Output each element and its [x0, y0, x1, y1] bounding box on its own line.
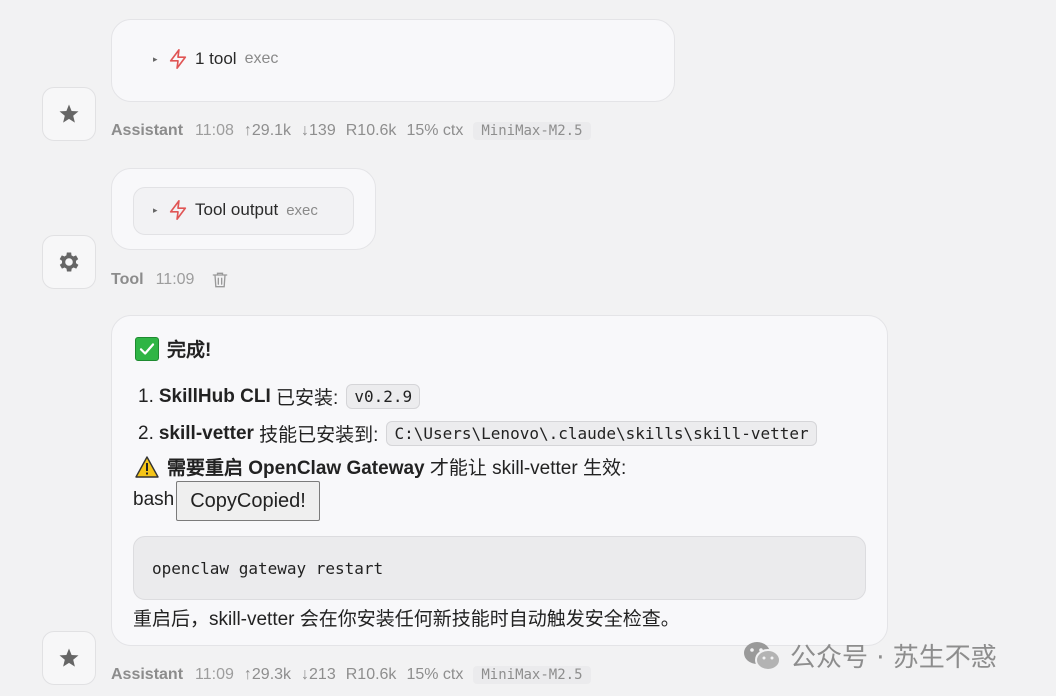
version-code: v0.2.9	[346, 384, 421, 409]
tool-name: exec	[244, 50, 279, 67]
model-badge: MiniMax-M2.5	[473, 122, 591, 140]
lightning-icon	[169, 49, 187, 69]
star-icon	[59, 104, 79, 123]
role-label: Assistant	[111, 122, 184, 139]
copy-button[interactable]: CopyCopied!	[176, 481, 320, 521]
heading-text: 完成!	[167, 340, 212, 361]
message-meta: Assistant 11:08 ↑29.1k ↓139 R10.6k 15% c…	[111, 122, 591, 140]
wechat-icon	[744, 641, 781, 671]
list-number: 2.	[138, 422, 154, 444]
tokens-in: ↑29.3k	[243, 666, 292, 683]
context-usage: 15% ctx	[406, 122, 464, 139]
tokens-out: ↓139	[301, 122, 336, 139]
item-text: 技能已安装到:	[253, 425, 379, 446]
message-meta: Tool 11:09	[111, 270, 230, 290]
code-lang-label: bash	[133, 489, 175, 510]
watermark-text: 公众号 · 苏生不惑	[790, 643, 997, 673]
assistant-avatar	[42, 87, 96, 141]
warning-bold: 需要重启 OpenClaw Gateway	[167, 458, 425, 479]
item-bold: SkillHub CLI	[158, 385, 271, 407]
gear-icon	[59, 252, 79, 272]
role-label: Assistant	[111, 666, 184, 683]
model-badge: MiniMax-M2.5	[473, 666, 591, 684]
message-meta: Assistant 11:09 ↑29.3k ↓213 R10.6k 15% c…	[111, 666, 591, 684]
check-icon	[135, 336, 159, 361]
tokens-read: R10.6k	[345, 666, 397, 683]
tokens-in: ↑29.1k	[243, 122, 292, 139]
tool-output-label: Tool output	[195, 200, 279, 219]
path-code: C:\Users\Lenovo\.claude\skills\skill-vet…	[386, 421, 817, 446]
assistant-avatar	[42, 631, 96, 685]
timestamp: 11:08	[195, 122, 234, 139]
list-item: 2. skill-vetter 技能已安装到: C:\Users\Lenovo\…	[138, 420, 817, 447]
timestamp: 11:09	[155, 271, 195, 288]
tool-name: exec	[286, 201, 318, 219]
lightning-icon	[169, 200, 187, 220]
tool-avatar	[42, 235, 96, 289]
tokens-out: ↓213	[301, 666, 336, 683]
footer-text: 重启后，skill-vetter 会在你安装任何新技能时自动触发安全检查。	[133, 609, 680, 630]
caret-right-icon: ▸	[153, 204, 158, 215]
context-usage: 15% ctx	[406, 666, 464, 683]
star-icon	[59, 648, 79, 667]
role-label: Tool	[111, 271, 144, 288]
list-number: 1.	[138, 385, 154, 407]
tool-output-row: ▸ Tool output exec	[153, 199, 318, 221]
trash-icon[interactable]	[210, 270, 230, 290]
tool-summary-toggle[interactable]: ▸ 1 tool exec	[153, 48, 278, 70]
code-block[interactable]: openclaw gateway restart	[133, 536, 866, 600]
warning-text: 才能让 skill-vetter 生效:	[424, 458, 627, 479]
warning-icon	[135, 455, 159, 478]
item-text: 已安装:	[270, 388, 339, 409]
timestamp: 11:09	[195, 666, 234, 683]
item-bold: skill-vetter	[158, 422, 254, 444]
list-item: 1. SkillHub CLI 已安装: v0.2.9	[138, 383, 421, 410]
warning-line: 需要重启 OpenClaw Gateway 才能让 skill-vetter 生…	[135, 453, 626, 480]
caret-right-icon: ▸	[153, 53, 158, 64]
watermark: 公众号 · 苏生不惑	[742, 637, 997, 674]
tokens-read: R10.6k	[345, 122, 397, 139]
tool-count-label: 1 tool	[195, 49, 237, 68]
message-heading: 完成!	[135, 335, 211, 362]
